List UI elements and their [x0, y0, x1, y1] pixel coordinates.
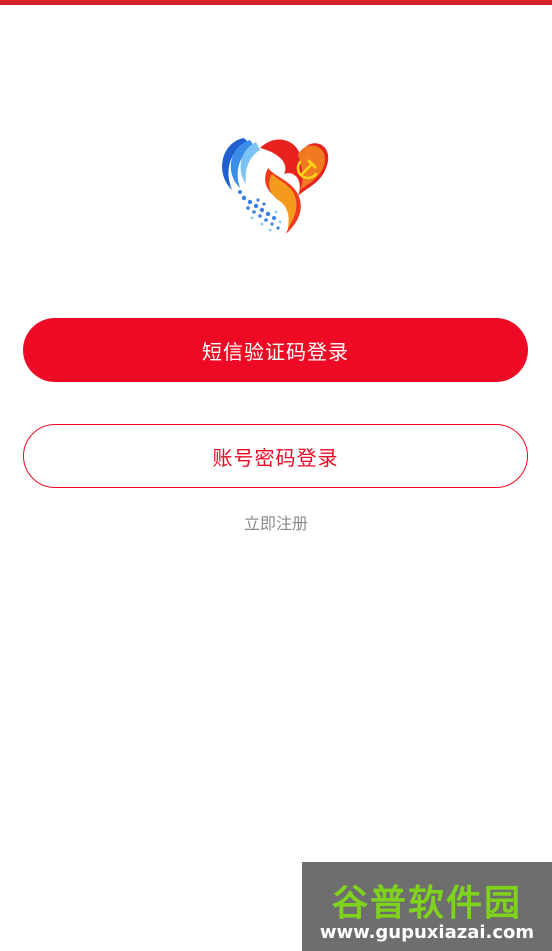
- sms-login-button[interactable]: 短信验证码登录: [23, 318, 528, 382]
- login-screen: 短信验证码登录 账号密码登录 立即注册 谷普软件园 www.gupuxiazai…: [0, 0, 552, 951]
- top-accent-bar: [0, 0, 552, 5]
- watermark-url: www.gupuxiazai.com: [319, 922, 535, 943]
- watermark-title: 谷普软件园: [331, 883, 522, 924]
- app-logo: [214, 124, 334, 236]
- account-login-label: 账号密码登录: [212, 445, 339, 470]
- account-login-button[interactable]: 账号密码登录: [23, 424, 528, 488]
- sms-login-label: 短信验证码登录: [202, 339, 349, 364]
- site-watermark: 谷普软件园 www.gupuxiazai.com: [302, 862, 552, 951]
- register-link[interactable]: 立即注册: [0, 510, 552, 534]
- heart-party-emblem-icon: [222, 138, 329, 234]
